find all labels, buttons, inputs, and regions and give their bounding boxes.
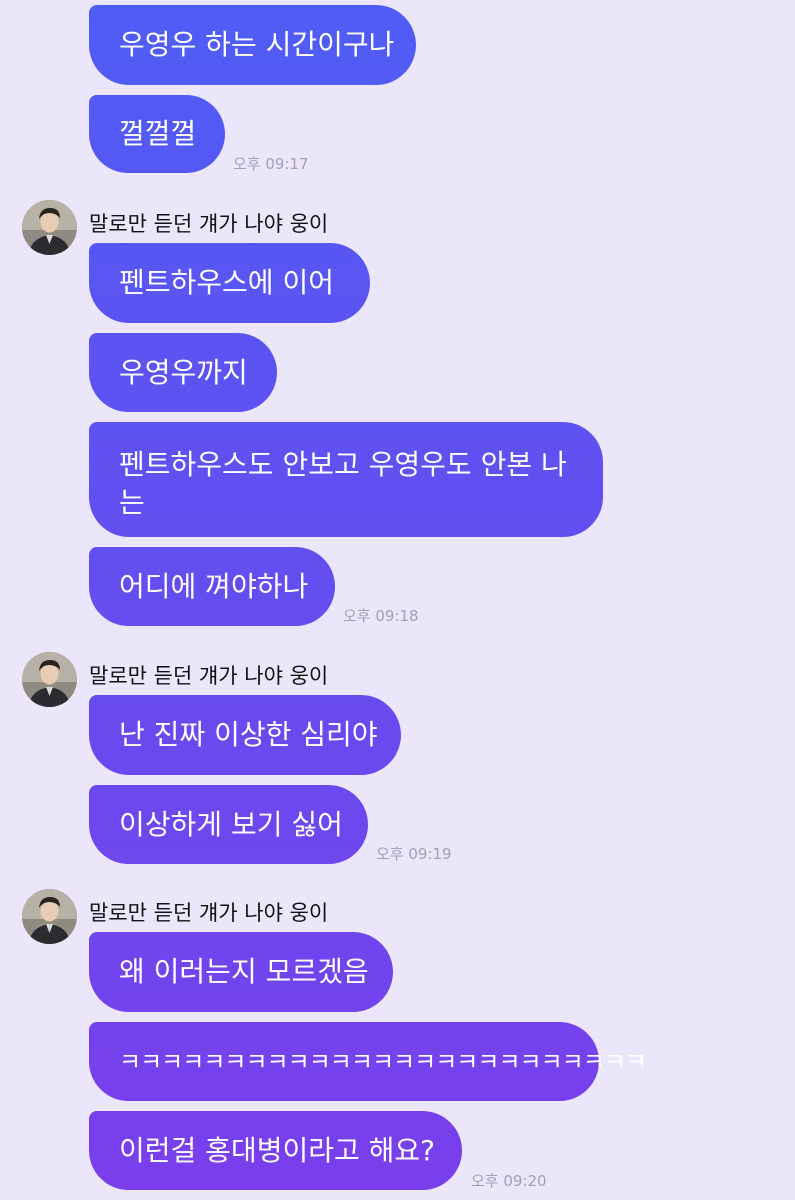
message-timestamp: 오후 09:20: [471, 1172, 547, 1190]
chat-thread: 우영우 하는 시간이구나 껄껄껄 오후 09:17 말로만 듣던 걔가 나야 웅…: [0, 0, 795, 1200]
sender-name: 말로만 듣던 걔가 나야 웅이: [89, 212, 329, 236]
message-timestamp: 오후 09:17: [233, 155, 309, 173]
message-bubble[interactable]: 이런걸 홍대병이라고 해요?: [89, 1111, 462, 1190]
message-bubble[interactable]: ㅋㅋㅋㅋㅋㅋㅋㅋㅋㅋㅋㅋㅋㅋㅋㅋㅋㅋㅋㅋㅋㅋㅋㅋㅋ: [89, 1022, 647, 1101]
profile-photo-avatar-icon: [22, 200, 77, 255]
message-bubble[interactable]: 우영우까지: [89, 333, 277, 412]
message-bubble[interactable]: 펜트하우스도 안보고 우영우도 안본 나는: [89, 422, 603, 537]
sender-name: 말로만 듣던 걔가 나야 웅이: [89, 664, 329, 688]
message-bubble[interactable]: 왜 이러는지 모르겠음: [89, 932, 393, 1012]
message-bubble[interactable]: 우영우 하는 시간이구나: [89, 5, 416, 85]
avatar[interactable]: [22, 889, 77, 944]
avatar[interactable]: [22, 200, 77, 255]
sender-name: 말로만 듣던 걔가 나야 웅이: [89, 901, 329, 925]
message-bubble[interactable]: 난 진짜 이상한 심리야: [89, 695, 401, 775]
message-bubble[interactable]: 펜트하우스에 이어: [89, 243, 370, 323]
profile-photo-avatar-icon: [22, 889, 77, 944]
avatar[interactable]: [22, 652, 77, 707]
message-timestamp: 오후 09:18: [343, 607, 419, 625]
message-bubble[interactable]: 이상하게 보기 싫어: [89, 785, 368, 864]
message-timestamp: 오후 09:19: [376, 845, 452, 863]
message-bubble[interactable]: 어디에 껴야하나: [89, 547, 335, 626]
message-bubble[interactable]: 껄껄껄: [89, 95, 225, 173]
profile-photo-avatar-icon: [22, 652, 77, 707]
